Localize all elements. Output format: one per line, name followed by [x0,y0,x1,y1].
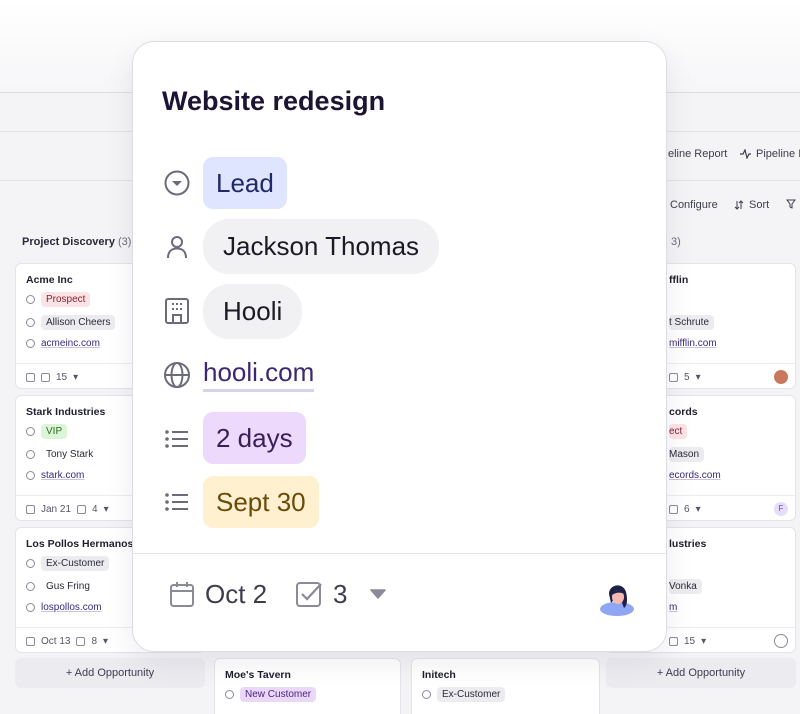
checkbox-icon [77,504,87,514]
checkbox-icon [669,372,678,382]
pipeline-report-tab[interactable]: eline Report [668,148,727,160]
list-icon [163,425,191,453]
opportunity-title: Website redesign [162,86,386,116]
globe-icon [163,361,191,389]
avatar[interactable] [597,578,637,616]
building-icon [26,372,35,382]
person-icon [26,318,35,327]
divider [133,553,666,554]
checkbox-icon [76,636,86,646]
opportunity-detail-card: Website redesign Lead Jackson Thomas Hoo… [132,41,667,652]
status-icon [422,690,431,699]
person-icon [163,233,191,261]
filter-icon [786,199,796,209]
globe-icon [26,603,35,612]
status-pill[interactable]: Lead [203,157,287,209]
building-icon [163,297,191,325]
column-header-right: 3) [671,236,681,248]
status-icon [163,169,191,197]
caret-down-icon[interactable] [370,588,386,600]
calendar-icon [170,582,194,607]
contact-pill[interactable]: Jackson Thomas [203,219,440,274]
avatar-placeholder [774,634,788,648]
checkbox-icon [669,636,678,646]
caret-down-icon[interactable]: ▾ [73,372,78,383]
add-opportunity-button[interactable]: + Add Opportunity [15,658,205,688]
globe-icon [26,471,35,480]
checkbox-icon [41,372,50,382]
checkbox-icon [296,582,322,607]
globe-icon [26,339,35,348]
add-opportunity-button-right[interactable]: + Add Opportunity [606,658,796,688]
avatar [774,370,788,384]
tasks-count[interactable]: 3 [295,577,347,611]
person-icon [26,450,35,459]
status-icon [26,295,35,304]
status-icon [26,559,35,568]
configure-button[interactable]: Configure [670,199,718,211]
avatar: F [774,502,788,516]
duration-pill[interactable]: 2 days [203,412,306,464]
caret-down-icon[interactable]: ▾ [104,504,109,515]
filter-button[interactable] [786,199,796,209]
column-header-project-discovery: Project Discovery (3) [22,236,132,248]
sort-button[interactable]: Sort [734,199,769,211]
company-pill[interactable]: Hooli [203,284,303,339]
calendar-icon [26,636,35,646]
calendar-icon [26,504,35,514]
pipeline-insights-tab[interactable]: Pipeline In [740,148,800,160]
caret-down-icon[interactable]: ▾ [696,372,701,383]
status-icon [26,427,35,436]
sort-icon [734,200,744,210]
opportunity-card[interactable]: Moe's Tavern New Customer [214,658,401,714]
caret-down-icon[interactable]: ▾ [696,504,701,515]
due-date-pill[interactable]: Sept 30 [203,476,319,528]
person-icon [26,582,35,591]
caret-down-icon[interactable]: ▾ [701,636,706,647]
close-date[interactable]: Oct 2 [169,577,267,611]
opportunity-card[interactable]: Initech Ex-Customer [411,658,600,714]
caret-down-icon[interactable]: ▾ [103,636,108,647]
website-link[interactable]: hooli.com [203,357,315,392]
checkbox-icon [669,504,678,514]
list-icon [163,488,191,516]
pulse-icon [740,149,751,159]
status-icon [225,690,234,699]
